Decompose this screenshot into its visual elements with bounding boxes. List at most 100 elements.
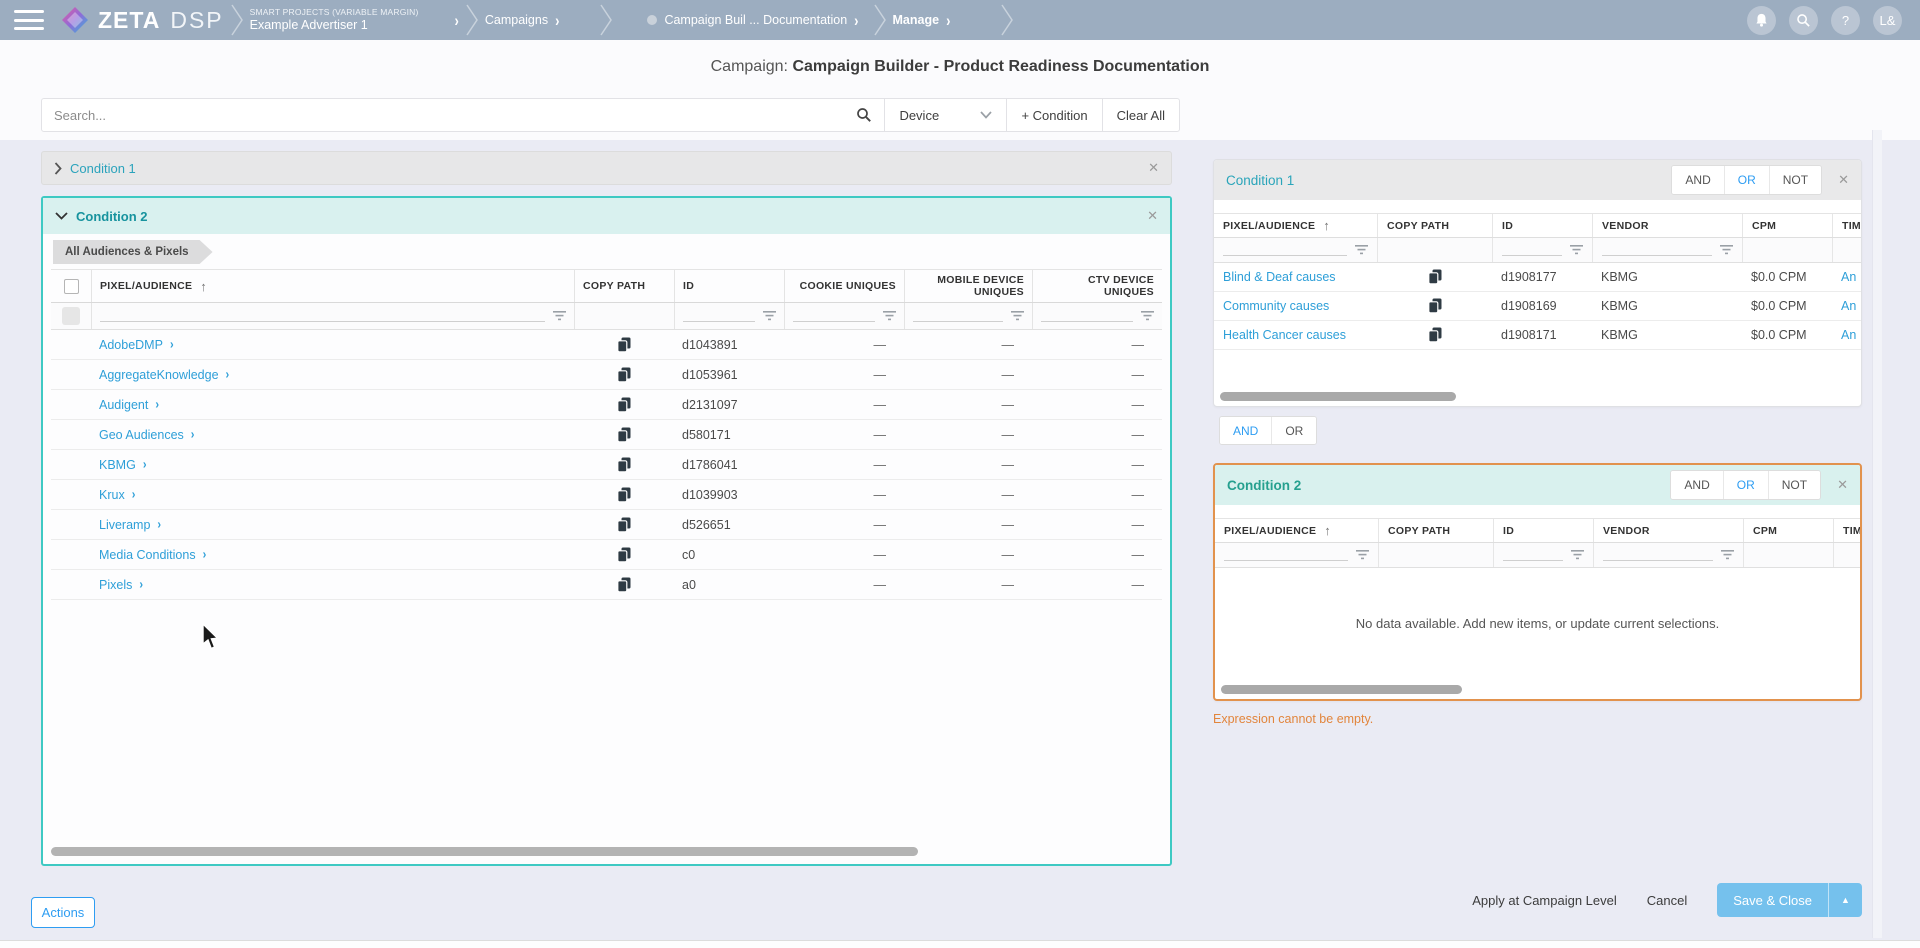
global-search-button[interactable]: [1789, 6, 1818, 35]
audience-link[interactable]: KBMG›: [91, 458, 574, 472]
chevron-right-icon[interactable]: ›: [226, 367, 230, 381]
chevron-right-icon[interactable]: ›: [170, 337, 174, 351]
clear-all-button[interactable]: Clear All: [1102, 99, 1179, 131]
search-input[interactable]: [54, 108, 856, 123]
col-vendor[interactable]: VENDOR: [1593, 519, 1743, 542]
vertical-scrollbar[interactable]: [1872, 130, 1882, 938]
filter-icon[interactable]: [553, 311, 566, 321]
table-row[interactable]: Media Conditions›c0———: [51, 540, 1162, 570]
sort-ascending-icon[interactable]: ↑: [1324, 523, 1331, 538]
select-all-checkbox[interactable]: [64, 279, 79, 294]
copy-icon[interactable]: [617, 517, 631, 533]
filter-input[interactable]: [683, 310, 755, 322]
filter-input[interactable]: [1602, 244, 1712, 256]
sort-ascending-icon[interactable]: ↑: [200, 279, 207, 294]
copy-icon[interactable]: [617, 457, 631, 473]
copy-icon[interactable]: [617, 337, 631, 353]
table-row[interactable]: Geo Audiences›d580171———: [51, 420, 1162, 450]
filter-input[interactable]: [1224, 549, 1348, 561]
col-pixel-audience[interactable]: PIXEL/AUDIENCE: [100, 280, 192, 292]
filter-icon[interactable]: [1011, 311, 1024, 321]
audience-link[interactable]: Krux›: [91, 488, 574, 502]
breadcrumb-campaigns[interactable]: Campaigns ›: [485, 13, 560, 28]
table-row[interactable]: AdobeDMP›d1043891———: [51, 330, 1162, 360]
sort-ascending-icon[interactable]: ↑: [1323, 218, 1330, 233]
col-mobile-device-uniques[interactable]: MOBILE DEVICE UNIQUES: [904, 270, 1032, 302]
filter-input[interactable]: [1041, 310, 1133, 322]
breadcrumb-manage[interactable]: Manage ›: [893, 13, 951, 28]
search-icon[interactable]: [856, 107, 872, 123]
filter-icon[interactable]: [1720, 245, 1733, 255]
scrollbar-thumb[interactable]: [51, 847, 918, 856]
filter-icon[interactable]: [1570, 245, 1583, 255]
filter-input[interactable]: [913, 310, 1003, 322]
save-close-button[interactable]: Save & Close ▲: [1717, 883, 1862, 917]
audience-link[interactable]: Community causes: [1214, 299, 1377, 313]
col-copy-path[interactable]: COPY PATH: [1377, 214, 1492, 237]
time-value[interactable]: An: [1832, 270, 1861, 284]
breadcrumb-advertiser[interactable]: SMART PROJECTS (VARIABLE MARGIN) Example…: [250, 8, 419, 32]
time-value[interactable]: An: [1832, 299, 1861, 313]
col-time[interactable]: TIM: [1833, 519, 1860, 542]
col-pixel-audience[interactable]: PIXEL/AUDIENCE: [1223, 220, 1315, 232]
chevron-right-icon[interactable]: ›: [143, 457, 147, 471]
table-row[interactable]: Krux›d1039903———: [51, 480, 1162, 510]
cancel-button[interactable]: Cancel: [1647, 893, 1687, 908]
breadcrumb-campaign[interactable]: Campaign Buil ... Documentation ›: [647, 13, 858, 28]
and-operator-button[interactable]: AND: [1671, 471, 1722, 499]
chevron-right-icon[interactable]: ›: [139, 577, 143, 591]
filter-icon[interactable]: [1356, 550, 1369, 560]
chevron-right-icon[interactable]: ›: [555, 11, 559, 30]
chevron-right-icon[interactable]: ›: [203, 547, 207, 561]
filter-input[interactable]: [793, 310, 875, 322]
copy-icon[interactable]: [617, 547, 631, 563]
audience-link[interactable]: AggregateKnowledge›: [91, 368, 574, 382]
chevron-right-icon[interactable]: ›: [946, 11, 950, 30]
user-avatar[interactable]: L&: [1873, 6, 1902, 35]
close-icon[interactable]: ✕: [1147, 208, 1158, 224]
close-icon[interactable]: ✕: [1838, 172, 1849, 188]
col-cpm[interactable]: CPM: [1742, 214, 1832, 237]
table-row[interactable]: Audigent›d2131097———: [51, 390, 1162, 420]
table-row[interactable]: Liveramp›d526651———: [51, 510, 1162, 540]
table-row[interactable]: Community causes d1908169 KBMG $0.0 CPM …: [1214, 292, 1861, 321]
audience-link[interactable]: Geo Audiences›: [91, 428, 574, 442]
audience-link[interactable]: Blind & Deaf causes: [1214, 270, 1377, 284]
col-copy-path[interactable]: COPY PATH: [574, 270, 674, 302]
table-row[interactable]: Health Cancer causes d1908171 KBMG $0.0 …: [1214, 321, 1861, 350]
col-id[interactable]: ID: [1492, 214, 1592, 237]
copy-icon[interactable]: [1428, 327, 1442, 343]
table-row[interactable]: Pixels›a0———: [51, 570, 1162, 600]
joiner-or-button[interactable]: OR: [1271, 417, 1316, 444]
col-ctv-device-uniques[interactable]: CTV DEVICE UNIQUES: [1032, 270, 1162, 302]
chevron-right-icon[interactable]: ›: [854, 11, 858, 30]
actions-button[interactable]: Actions: [31, 897, 95, 928]
chevron-right-icon[interactable]: ›: [455, 11, 459, 30]
filter-icon[interactable]: [763, 311, 776, 321]
audience-link[interactable]: Pixels›: [91, 578, 574, 592]
notifications-button[interactable]: [1747, 6, 1776, 35]
audience-link[interactable]: Audigent›: [91, 398, 574, 412]
close-icon[interactable]: ✕: [1837, 477, 1848, 493]
col-id[interactable]: ID: [1493, 519, 1593, 542]
copy-icon[interactable]: [617, 427, 631, 443]
copy-icon[interactable]: [617, 367, 631, 383]
col-vendor[interactable]: VENDOR: [1592, 214, 1742, 237]
help-button[interactable]: ?: [1831, 6, 1860, 35]
tab-all-audiences-pixels[interactable]: All Audiences & Pixels: [53, 240, 213, 264]
chevron-right-icon[interactable]: ›: [155, 397, 159, 411]
not-operator-button[interactable]: NOT: [1769, 166, 1821, 194]
filter-input[interactable]: [100, 310, 545, 322]
col-cpm[interactable]: CPM: [1743, 519, 1833, 542]
not-operator-button[interactable]: NOT: [1768, 471, 1820, 499]
chevron-right-icon[interactable]: ›: [157, 517, 161, 531]
chevron-right-icon[interactable]: ›: [191, 427, 195, 441]
copy-icon[interactable]: [617, 577, 631, 593]
audience-link[interactable]: Liveramp›: [91, 518, 574, 532]
filter-icon[interactable]: [1355, 245, 1368, 255]
col-id[interactable]: ID: [674, 270, 784, 302]
device-dropdown[interactable]: Device: [884, 99, 1006, 131]
horizontal-scrollbar[interactable]: [1220, 392, 1857, 401]
filter-icon[interactable]: [883, 311, 896, 321]
copy-icon[interactable]: [1428, 298, 1442, 314]
